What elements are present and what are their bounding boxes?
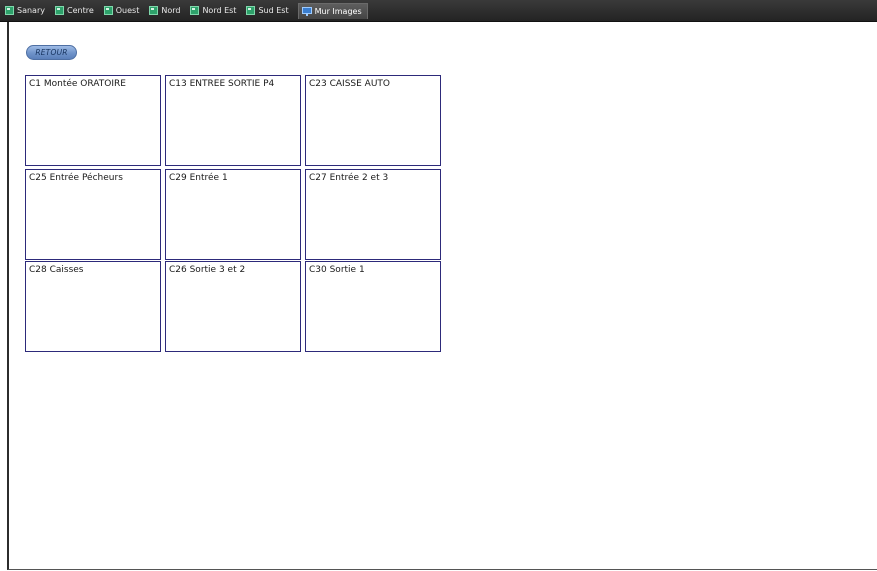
tab-mur-images[interactable]: Mur Images: [297, 2, 368, 19]
camera-cell-c25[interactable]: C25 Entrée Pécheurs: [25, 169, 161, 260]
camera-label: C26 Sortie 3 et 2: [169, 265, 246, 275]
camera-cell-c23[interactable]: C23 CAISSE AUTO: [305, 75, 441, 166]
folder-icon: [5, 6, 14, 15]
camera-label: C13 ENTREE SORTIE P4: [169, 79, 275, 89]
tab-label: Ouest: [115, 6, 140, 15]
tab-label: Nord Est: [202, 6, 237, 15]
tab-ouest[interactable]: Ouest: [101, 3, 145, 18]
folder-icon: [149, 6, 159, 15]
camera-label: C23 CAISSE AUTO: [309, 79, 390, 89]
folder-icon: [190, 6, 200, 15]
folder-icon: [103, 6, 113, 15]
tab-sanary[interactable]: Sanary: [2, 3, 50, 18]
monitor-icon: [301, 6, 312, 16]
camera-cell-c26[interactable]: C26 Sortie 3 et 2: [165, 261, 301, 352]
tab-label: Centre: [66, 6, 94, 15]
camera-cell-c30[interactable]: C30 Sortie 1: [305, 261, 441, 352]
tab-label: Mur Images: [314, 6, 362, 16]
camera-cell-c29[interactable]: C29 Entrée 1: [165, 169, 301, 260]
folder-icon: [246, 6, 256, 15]
camera-cell-c28[interactable]: C28 Caisses: [25, 261, 161, 352]
camera-cell-c13[interactable]: C13 ENTREE SORTIE P4: [165, 75, 301, 166]
tab-label: Nord: [161, 6, 181, 15]
retour-button[interactable]: RETOUR: [26, 45, 77, 60]
tab-bar: Sanary Centre Ouest Nord Nord Est Sud Es…: [0, 0, 877, 22]
camera-label: C28 Caisses: [29, 265, 84, 275]
tab-sud-est[interactable]: Sud Est: [243, 3, 293, 18]
camera-label: C29 Entrée 1: [169, 173, 228, 183]
camera-label: C25 Entrée Pécheurs: [29, 173, 123, 183]
tab-label: Sud Est: [258, 6, 289, 15]
tab-nord[interactable]: Nord: [146, 3, 185, 18]
camera-label: C30 Sortie 1: [309, 265, 365, 275]
tab-label: Sanary: [17, 6, 45, 15]
folder-icon: [54, 6, 64, 15]
tab-nord-est[interactable]: Nord Est: [187, 3, 241, 18]
camera-label: C1 Montée ORATOIRE: [29, 79, 126, 89]
camera-cell-c1[interactable]: C1 Montée ORATOIRE: [25, 75, 161, 166]
camera-cell-c27[interactable]: C27 Entrée 2 et 3: [305, 169, 441, 260]
tab-centre[interactable]: Centre: [52, 3, 99, 18]
camera-label: C27 Entrée 2 et 3: [309, 173, 389, 183]
